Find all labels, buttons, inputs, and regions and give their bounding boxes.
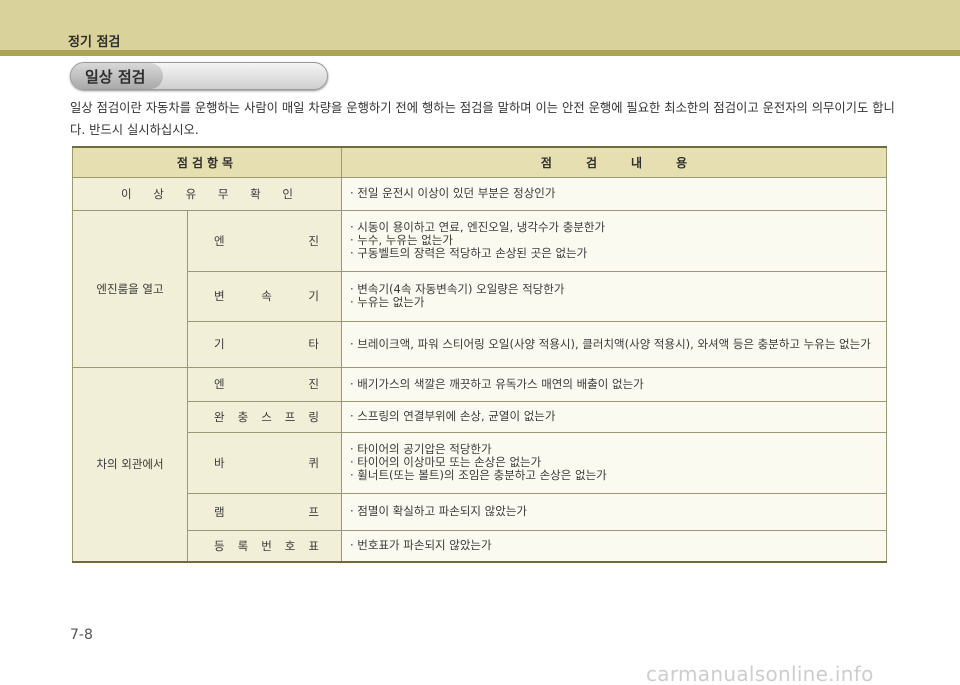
section-pill: 일상 점검 [70,62,328,90]
header-content: 점검내용 [341,146,887,178]
label-char: 변 [214,289,225,303]
sub-label: 변속기 [214,288,319,304]
sub-label-cell: 엔진 [187,366,342,402]
label-char: 확 [250,186,261,201]
section-title: 정기 점검 [68,35,121,50]
label-char: 표 [308,538,319,553]
content-cell: · 번호표가 파손되지 않았는가 [341,529,887,563]
group-label-engine-room: 엔진룸을 열고 [72,209,188,368]
label-char: 등 [214,538,225,553]
label-char: 록 [237,538,249,553]
sub-label: 엔진 [214,233,319,249]
sub-label: 바퀴 [214,455,319,471]
label-char: 호 [284,538,296,553]
table-row: 램프 · 점멸이 확실하고 파손되지 않았는가 [73,492,887,531]
label-char: 스 [261,409,272,424]
content-line: · 번호표가 파손되지 않았는가 [350,538,492,553]
content-line: · 점멸이 확실하고 파손되지 않았는가 [350,504,527,518]
header-item: 점검항목 [72,146,342,178]
watermark: carmanualsonline.info [646,662,874,685]
label-char: 번 [261,538,272,553]
label-char: 기 [308,289,319,303]
table-header-row: 점검항목 점검내용 [72,146,887,178]
content-line: · 변속기(4속 자동변속기) 오일량은 적당한가 [350,282,565,296]
content-cell: · 타이어의 공기압은 적당한가 · 타이어의 이상마모 또는 손상은 없는가 · … [341,431,887,494]
table-row: 이 상 유 무 확 인 · 전일 운전시 이상이 있던 부분은 정상인가 [72,176,887,211]
header-band [0,0,960,56]
content-line: · 배기가스의 색깔은 깨끗하고 유독가스 매연의 배출이 없는가 [350,376,644,391]
content-line: · 전일 운전시 이상이 있던 부분은 정상인가 [350,186,556,200]
content-line: · 구동벨트의 장력은 적당하고 손상된 곳은 없는가 [350,246,588,260]
table-row: 완충스프링 · 스프링의 연결부위에 손상, 균열이 없는가 [73,400,887,433]
label-char: 진 [308,233,319,248]
label-char: 엔 [214,377,225,391]
header-rule [0,50,960,56]
item-label-cell: 이상유무확인 [72,176,342,211]
sub-label: 엔진 [214,376,319,392]
label-char: 퀴 [308,455,319,470]
label-char: 프 [284,409,296,424]
content-line: · 휠너트(또는 볼트)의 조임은 충분하고 손상은 없는가 [350,468,607,482]
content-line: · 누유는 없는가 [350,295,425,309]
intro-paragraph: 일상 점검이란 자동차를 운행하는 사람이 매일 차량을 운행하기 전에 행하는… [70,101,895,137]
label-char: 진 [308,377,319,391]
content-line: · 스프링의 연결부위에 손상, 균열이 없는가 [350,409,556,423]
label-char: 바 [214,455,225,470]
table-row: 등록번호표 · 번호표가 파손되지 않았는가 [73,529,887,563]
sub-label-cell: 등록번호표 [187,529,342,563]
label-char: 링 [308,409,319,424]
content-cell: · 전일 운전시 이상이 있던 부분은 정상인가 [341,176,887,211]
table-row: 차의 외관에서 엔진 · 배기가스의 색깔은 깨끗하고 유독가스 매연의 배출이… [72,366,887,563]
label-char: 이 [121,186,132,201]
sub-label: 완충스프링 [214,409,319,425]
content-cell: · 변속기(4속 자동변속기) 오일량은 적당한가 · 누유는 없는가 [341,270,887,322]
label-char: 프 [308,504,319,519]
label-char: 속 [261,289,272,303]
sub-label-cell: 바퀴 [187,431,342,494]
item-label: 이상유무확인 [121,186,293,202]
sub-label-cell: 완충스프링 [187,400,342,433]
inspection-table: 점검항목 점검내용 이 상 유 무 확 인 · 전일 운전시 이상이 있던 부분은 정상인… [72,146,887,563]
label-char: 인 [282,186,293,201]
label-char: 타 [308,337,319,351]
label-char: 유 [185,186,197,201]
sub-label: 등록번호표 [214,538,319,554]
content-cell: · 브레이크액, 파워 스티어링 오일(사양 적용시), 클러치액(사양 적용시… [341,320,887,368]
table-row: 엔진룸을 열고 엔진 · 시동이 용이하고 연료, 엔진오일, 냉각수가 충분한… [72,209,887,368]
group-label-exterior: 차의 외관에서 [72,366,188,563]
page-number: 7-8 [70,627,93,643]
sub-label: 램프 [214,504,319,520]
sub-label: 기타 [214,336,319,352]
label-char: 램 [214,504,225,519]
pill-label: 일상 점검 [85,68,146,86]
sub-label-cell: 변속기 [187,270,342,322]
sub-label-cell: 엔진 [187,209,342,272]
table-row: 기타 · 브레이크액, 파워 스티어링 오일(사양 적용시), 클러치액(사양 … [73,320,887,368]
label-char: 상 [153,186,164,201]
content-cell: · 배기가스의 색깔은 깨끗하고 유독가스 매연의 배출이 없는가 [341,366,887,402]
sub-label-cell: 기타 [187,320,342,368]
label-char: 기 [214,337,225,351]
label-char: 충 [237,409,249,424]
label-char: 엔 [214,233,225,248]
table-row: 변 속 기 · 변속기(4속 자동변속기) 오일량은 적당한가 · 누유는 없는가 [73,270,887,322]
label-char: 무 [217,186,229,201]
label-char: 완 [214,409,225,424]
content-cell: · 스프링의 연결부위에 손상, 균열이 없는가 [341,400,887,433]
sub-label-cell: 램프 [187,492,342,531]
table-row: 바퀴 · 타이어의 공기압은 적당한가 · 타이어의 이상마모 또는 손상은 없는… [73,431,887,494]
content-cell: · 시동이 용이하고 연료, 엔진오일, 냉각수가 충분한가 · 누수, 누유는 … [341,209,887,272]
content-line: · 브레이크액, 파워 스티어링 오일(사양 적용시), 클러치액(사양 적용시… [350,337,871,351]
content-cell: · 점멸이 확실하고 파손되지 않았는가 [341,492,887,531]
